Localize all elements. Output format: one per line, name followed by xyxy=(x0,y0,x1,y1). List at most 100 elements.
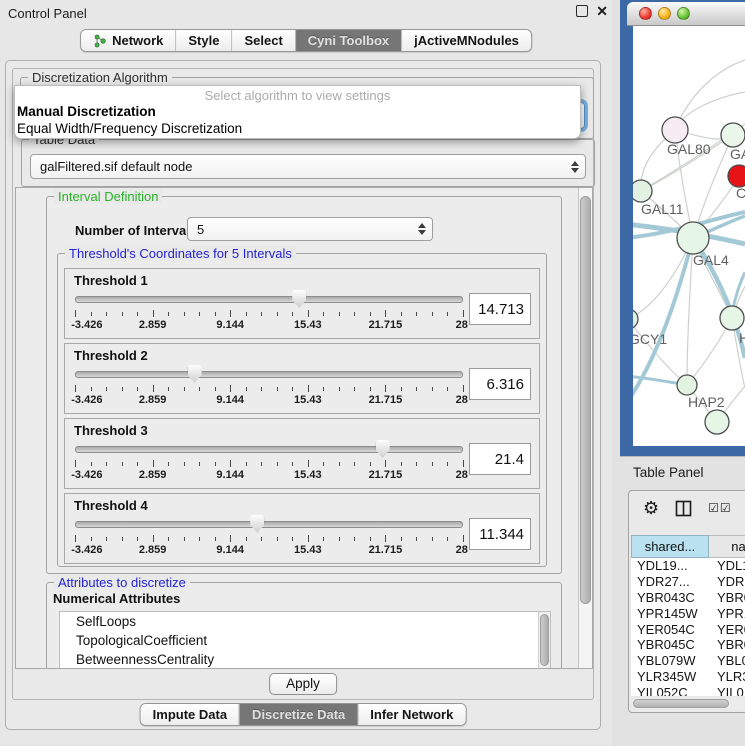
gear-icon[interactable]: ⚙ xyxy=(643,498,659,518)
cell-name[interactable]: YLR3 xyxy=(709,669,745,684)
cell-name[interactable]: YBL0 xyxy=(709,653,745,668)
tick-mark xyxy=(354,387,355,391)
threshold-value-field[interactable]: 14.713 xyxy=(469,293,531,325)
table-row[interactable]: YER054CYER0 xyxy=(631,621,745,637)
threshold-slider[interactable]: -3.4262.8599.14415.4321.71528 xyxy=(73,514,465,562)
tick-mark xyxy=(370,462,371,466)
network-node[interactable] xyxy=(633,180,652,202)
table-row[interactable]: YIL052CYIL0 xyxy=(631,684,745,696)
tab-cyni-toolbox[interactable]: Cyni Toolbox xyxy=(295,30,401,51)
cell-name[interactable]: YBR0 xyxy=(709,590,745,605)
scale-label: 15.43 xyxy=(294,319,322,331)
number-of-intervals-combobox[interactable]: 5 xyxy=(187,217,433,241)
columns-icon[interactable] xyxy=(675,500,692,517)
table-row[interactable]: YPR145WYPR1 xyxy=(631,605,745,621)
tick-mark xyxy=(199,312,200,316)
dropdown-option-manual[interactable]: Manual Discretization xyxy=(15,103,580,120)
slider-thumb[interactable] xyxy=(376,440,390,458)
network-node[interactable] xyxy=(705,410,729,434)
table-row[interactable]: YBR043CYBR0 xyxy=(631,590,745,606)
tick-mark xyxy=(184,312,185,316)
apply-button[interactable]: Apply xyxy=(269,673,337,695)
settings-scrollbar[interactable] xyxy=(578,188,592,668)
close-window-icon[interactable] xyxy=(639,7,652,20)
tick-mark xyxy=(385,535,386,542)
table-horizontal-scrollbar-thumb[interactable] xyxy=(633,699,729,708)
checkbox-icons[interactable]: ☑☑ xyxy=(708,501,732,515)
slider-thumb[interactable] xyxy=(292,290,306,308)
cell-shared-name[interactable]: YBR045C xyxy=(631,637,709,652)
cell-shared-name[interactable]: YER054C xyxy=(631,622,709,637)
tab-impute-data[interactable]: Impute Data xyxy=(141,704,239,725)
slider-track[interactable] xyxy=(75,521,463,528)
network-node[interactable] xyxy=(677,375,697,395)
tick-mark xyxy=(199,462,200,466)
tab-infer-network[interactable]: Infer Network xyxy=(357,704,465,725)
network-node[interactable] xyxy=(728,165,745,187)
dropdown-option-equal-width[interactable]: Equal Width/Frequency Discretization xyxy=(15,120,580,137)
cell-shared-name[interactable]: YLR345W xyxy=(631,669,709,684)
threshold-slider[interactable]: -3.4262.8599.14415.4321.71528 xyxy=(73,364,465,412)
table-row[interactable]: YBR045CYBR0 xyxy=(631,637,745,653)
tick-mark xyxy=(416,462,417,466)
node-table[interactable]: shared... na YDL19...YDL1YDR27...YDR2YBR… xyxy=(631,535,745,696)
slider-track[interactable] xyxy=(75,371,463,378)
cell-shared-name[interactable]: YBL079W xyxy=(631,653,709,668)
network-node[interactable] xyxy=(662,117,688,143)
table-row[interactable]: YDL19...YDL1 xyxy=(631,558,745,574)
slider-thumb[interactable] xyxy=(250,515,264,533)
table-horizontal-scrollbar[interactable] xyxy=(631,698,745,709)
tab-jactivemnodules[interactable]: jActiveMNodules xyxy=(401,30,531,51)
threshold-slider[interactable]: -3.4262.8599.14415.4321.71528 xyxy=(73,289,465,337)
list-scrollbar[interactable] xyxy=(538,612,550,668)
slider-thumb[interactable] xyxy=(188,365,202,383)
tick-mark xyxy=(199,537,200,541)
slider-track[interactable] xyxy=(75,446,463,453)
cell-shared-name[interactable]: YPR145W xyxy=(631,606,709,621)
tick-mark xyxy=(75,310,76,317)
cell-shared-name[interactable]: YDL19... xyxy=(631,558,709,573)
threshold-value-field[interactable]: 21.4 xyxy=(469,443,531,475)
attribute-list-item[interactable]: SelfLoops xyxy=(60,612,550,631)
cell-shared-name[interactable]: YBR043C xyxy=(631,590,709,605)
numerical-attributes-list[interactable]: SelfLoopsTopologicalCoefficientBetweenne… xyxy=(59,611,551,669)
threshold-value-field[interactable]: 6.316 xyxy=(469,368,531,400)
threshold-value-field[interactable]: 11.344 xyxy=(469,518,531,550)
network-node[interactable] xyxy=(720,306,744,330)
table-row[interactable]: YBL079WYBL0 xyxy=(631,653,745,669)
cell-shared-name[interactable]: YDR27... xyxy=(631,574,709,589)
tab-select[interactable]: Select xyxy=(231,30,294,51)
list-scrollbar-thumb[interactable] xyxy=(540,614,549,666)
attribute-list-item[interactable]: BetweennessCentrality xyxy=(60,650,550,669)
cell-name[interactable]: YER0 xyxy=(709,622,745,637)
table-data-combobox[interactable]: galFiltered.sif default node xyxy=(30,154,586,179)
scale-label: 9.144 xyxy=(216,544,244,556)
tab-style[interactable]: Style xyxy=(175,30,231,51)
column-header-shared-name[interactable]: shared... xyxy=(631,535,709,558)
tab-discretize-data[interactable]: Discretize Data xyxy=(239,704,357,725)
attribute-list-item[interactable]: TopologicalCoefficient xyxy=(60,631,550,650)
cell-name[interactable]: YDL1 xyxy=(709,558,745,573)
close-icon[interactable]: ✕ xyxy=(596,4,608,18)
network-node[interactable] xyxy=(721,123,745,147)
cell-name[interactable]: YBR0 xyxy=(709,637,745,652)
tab-network[interactable]: Network xyxy=(81,30,175,51)
settings-scrollbar-thumb[interactable] xyxy=(580,196,591,604)
minimize-window-icon[interactable] xyxy=(658,7,671,20)
cell-name[interactable]: YDR2 xyxy=(709,574,745,589)
table-row[interactable]: YDR27...YDR2 xyxy=(631,574,745,590)
tick-mark xyxy=(354,537,355,541)
cell-name[interactable]: YIL0 xyxy=(709,685,744,696)
threshold-slider[interactable]: -3.4262.8599.14415.4321.71528 xyxy=(73,439,465,487)
cell-shared-name[interactable]: YIL052C xyxy=(631,685,709,696)
network-node[interactable] xyxy=(677,222,709,254)
float-panel-icon[interactable] xyxy=(576,5,588,17)
table-row[interactable]: YLR345WYLR3 xyxy=(631,669,745,685)
network-canvas[interactable]: GAL80GAGAL11CGAL4GCY1HHAP2 xyxy=(633,26,745,446)
dropdown-placeholder-option[interactable]: Select algorithm to view settings xyxy=(15,86,580,103)
column-header-name[interactable]: na xyxy=(709,535,745,558)
cell-name[interactable]: YPR1 xyxy=(709,606,745,621)
zoom-window-icon[interactable] xyxy=(677,7,690,20)
slider-track[interactable] xyxy=(75,296,463,303)
network-node[interactable] xyxy=(633,309,638,329)
